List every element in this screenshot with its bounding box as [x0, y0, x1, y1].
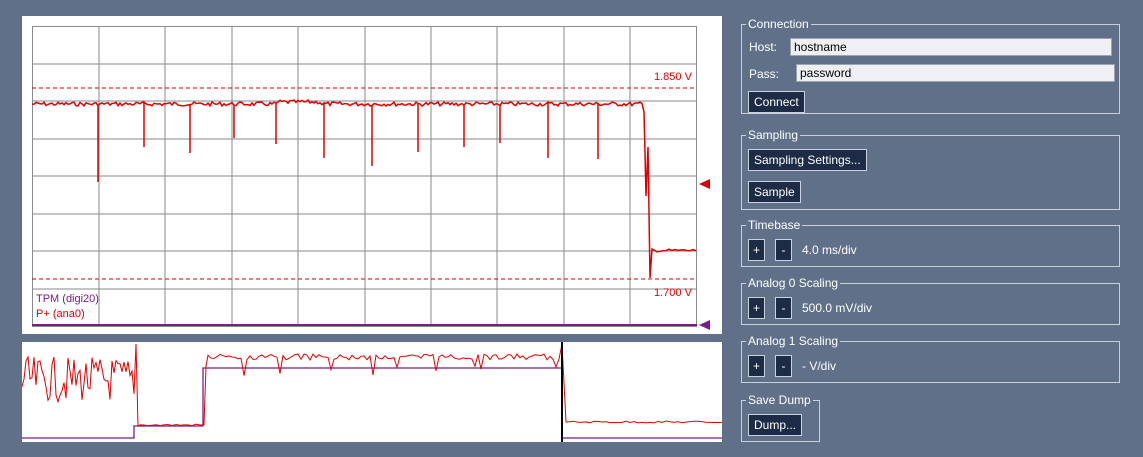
digital-level-marker-icon[interactable] [699, 320, 710, 330]
analog1-scaling-group: Analog 1 Scaling + - - V/div [741, 334, 1120, 383]
timebase-minus-button[interactable]: - [775, 239, 792, 261]
timebase-plus-button[interactable]: + [748, 239, 765, 261]
overview-display[interactable] [22, 342, 722, 442]
host-input[interactable] [790, 38, 1112, 56]
sampling-group: Sampling Sampling Settings... Sample [741, 128, 1120, 210]
pass-label: Pass: [749, 67, 780, 81]
overview-analog-trace [22, 343, 722, 427]
analog0-minus-button[interactable]: - [775, 297, 792, 319]
save-dump-group: Save Dump Dump... [741, 393, 820, 442]
analog-level-marker-icon[interactable] [699, 179, 710, 189]
scope-grid [32, 26, 697, 327]
legend-analog: P+ (ana0) [36, 308, 85, 320]
analog1-value: - V/div [802, 359, 837, 373]
timebase-group: Timebase + - 4.0 ms/div [741, 218, 1120, 267]
analog1-title: Analog 1 Scaling [746, 334, 841, 348]
sample-button[interactable]: Sample [748, 181, 801, 203]
upper-marker-label: 1.850 V [654, 71, 693, 83]
connect-button[interactable]: Connect [748, 91, 805, 113]
analog0-title: Analog 0 Scaling [746, 276, 841, 290]
password-input[interactable] [796, 64, 1115, 82]
analog1-minus-button[interactable]: - [775, 355, 792, 377]
timebase-value: 4.0 ms/div [802, 243, 857, 257]
timebase-title: Timebase [746, 218, 803, 232]
sampling-settings-button[interactable]: Sampling Settings... [748, 149, 867, 171]
scope-display[interactable]: 1.850 V 1.700 V TPM (digi20) P+ (ana0) [22, 16, 722, 334]
host-label: Host: [749, 40, 778, 54]
overview-digital-trace [22, 367, 722, 439]
analog0-value: 500.0 mV/div [802, 301, 873, 315]
analog1-plus-button[interactable]: + [748, 355, 765, 377]
analog0-plus-button[interactable]: + [748, 297, 765, 319]
connection-group: Connection Host: Pass: Connect [741, 17, 1120, 114]
legend-digital: TPM (digi20) [36, 293, 99, 305]
save-dump-title: Save Dump [746, 393, 813, 407]
lower-marker-label: 1.700 V [654, 287, 693, 299]
sampling-title: Sampling [746, 128, 801, 142]
analog0-scaling-group: Analog 0 Scaling + - 500.0 mV/div [741, 276, 1120, 325]
connection-title: Connection [746, 17, 811, 31]
dump-button[interactable]: Dump... [748, 414, 803, 436]
